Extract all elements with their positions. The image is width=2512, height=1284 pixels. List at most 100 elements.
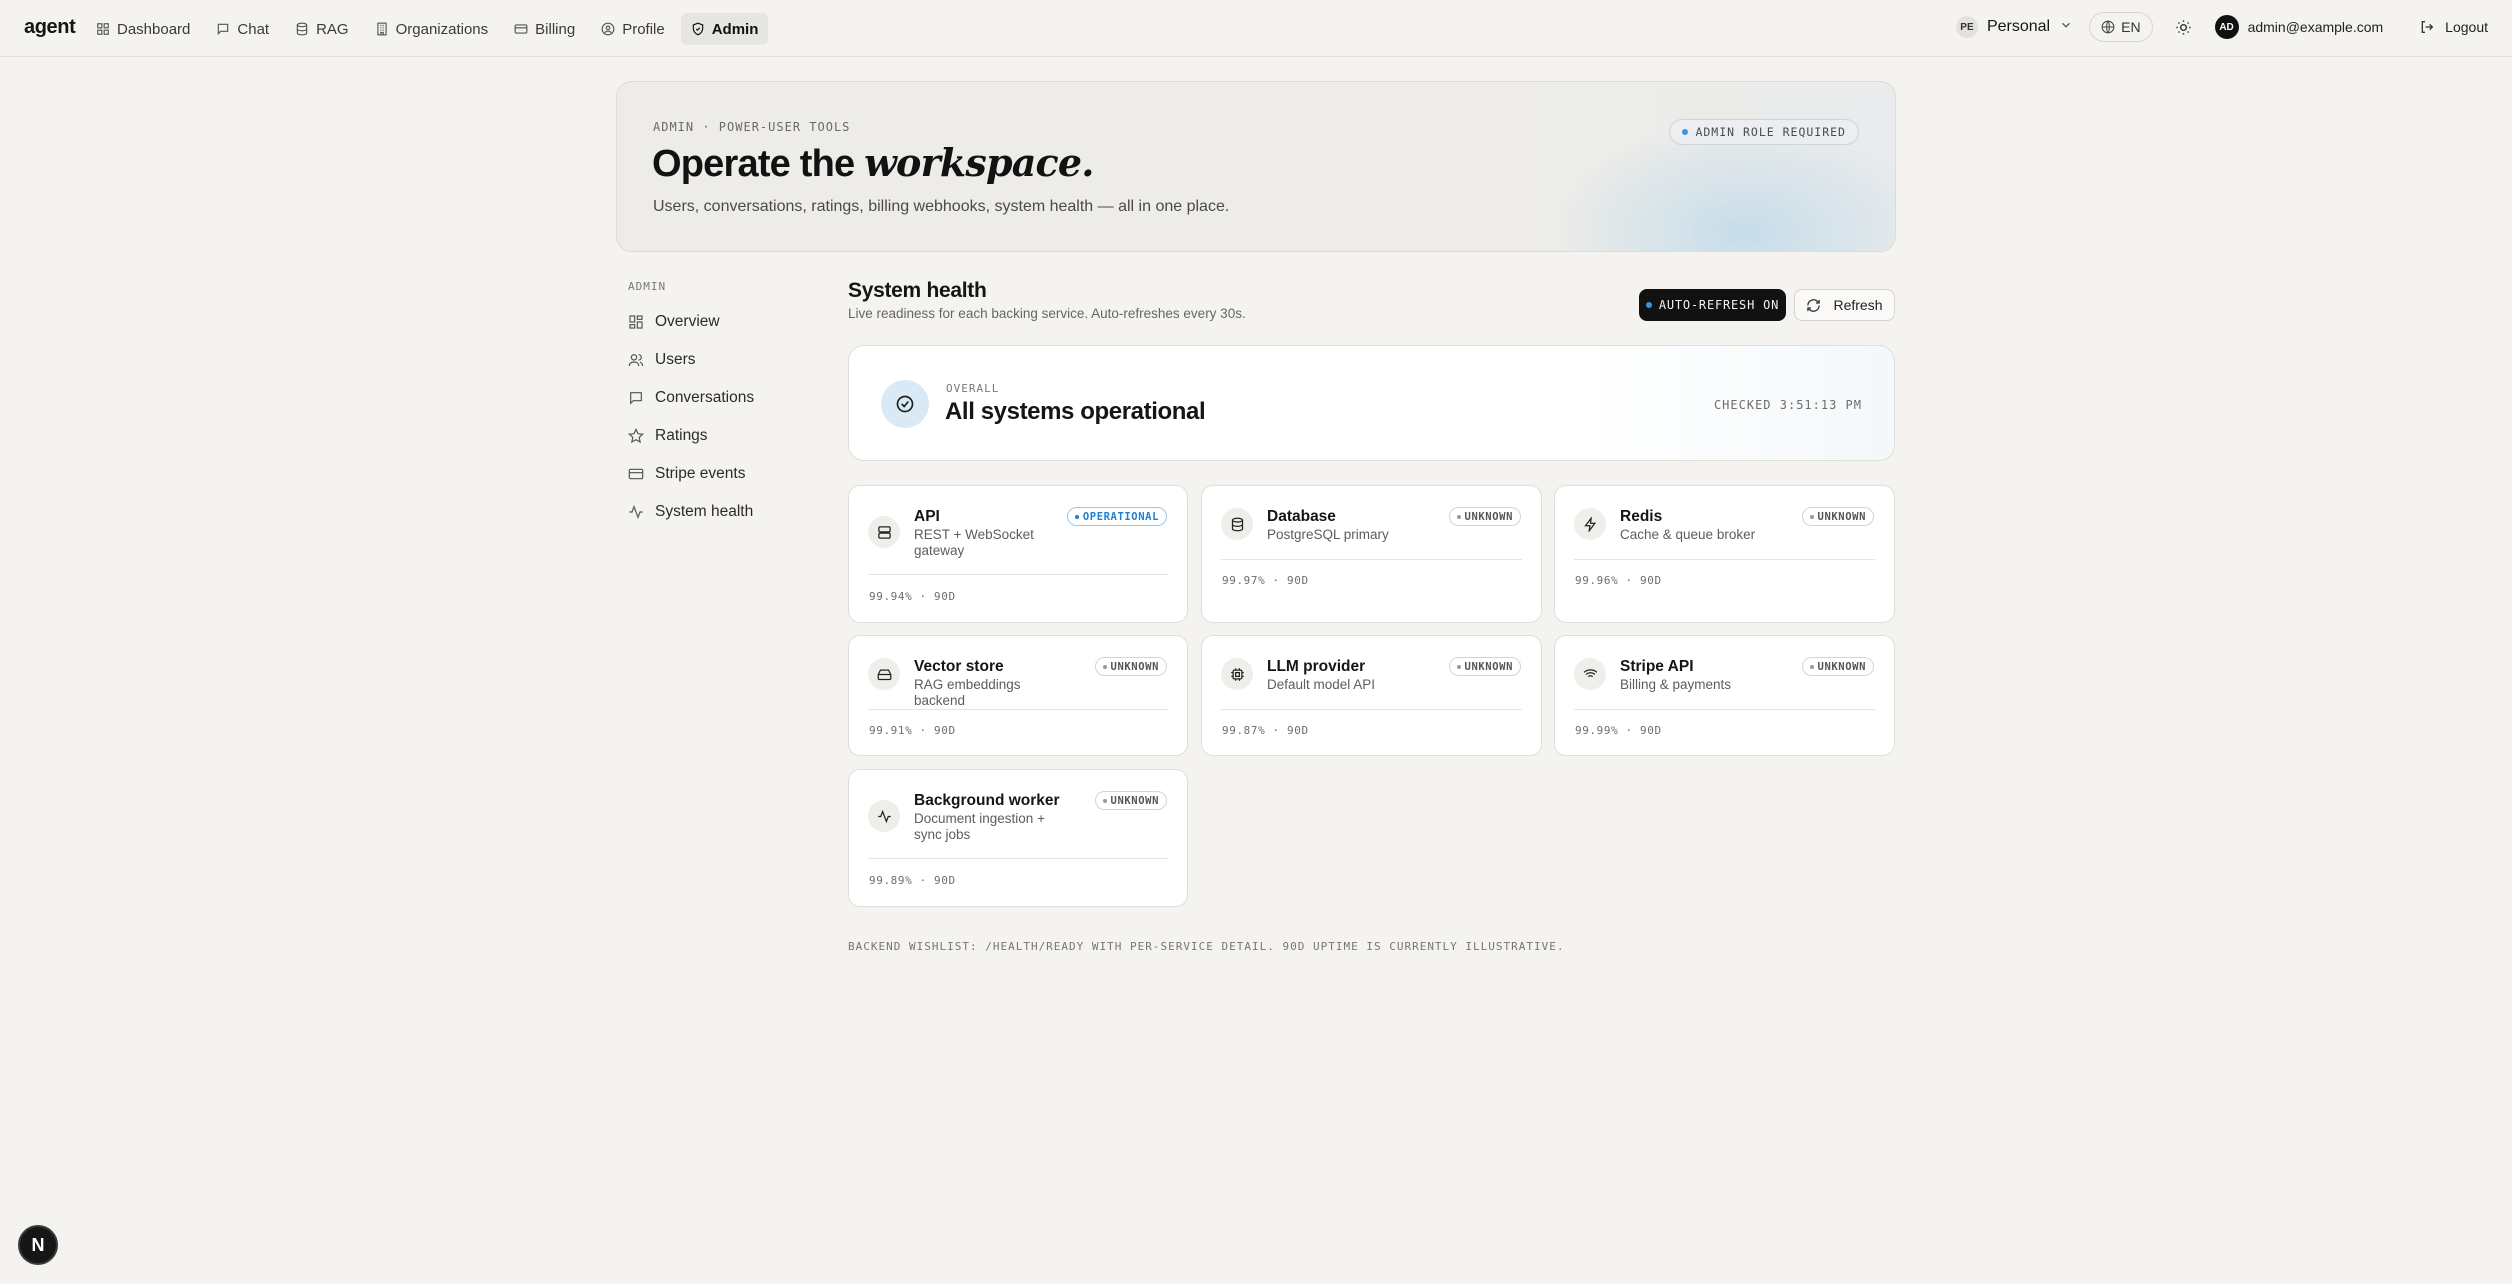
check-circle-icon	[881, 380, 929, 428]
service-card-vector-store[interactable]: Vector store RAG embeddings backend UNKN…	[848, 635, 1188, 756]
nav-organizations[interactable]: Organizations	[365, 13, 499, 45]
logout-button[interactable]: Logout	[2419, 19, 2488, 35]
grid-icon	[629, 315, 643, 329]
user-menu[interactable]: AD admin@example.com	[2214, 15, 2383, 39]
bolt-icon	[1574, 508, 1606, 540]
sidebar-item-overview[interactable]: Overview	[628, 303, 828, 341]
service-name: Vector store	[914, 658, 1004, 675]
status-badge: UNKNOWN	[1448, 657, 1521, 676]
status-badge-label: OPERATIONAL	[1082, 510, 1159, 523]
admin-hero-banner: ADMIN · POWER-USER TOOLS Operate the wor…	[616, 81, 1896, 252]
service-card-api[interactable]: API REST + WebSocket gateway OPERATIONAL…	[848, 485, 1188, 623]
chevron-down-icon	[2059, 18, 2073, 37]
language-switcher[interactable]: EN	[2089, 12, 2153, 42]
section-subtitle: Live readiness for each backing service.…	[848, 306, 1246, 321]
status-badge-label: UNKNOWN	[1110, 794, 1159, 807]
building-icon	[376, 22, 387, 36]
service-description: Default model API	[1267, 677, 1376, 692]
card-divider	[1221, 709, 1522, 710]
status-dot	[1682, 129, 1689, 135]
sidebar-item-stripe-events[interactable]: Stripe events	[628, 455, 828, 493]
service-description: RAG embeddings backend	[914, 677, 1021, 708]
service-card-redis[interactable]: Redis Cache & queue broker UNKNOWN 99.96…	[1554, 485, 1895, 623]
sidebar-item-label: Stripe events	[655, 465, 746, 482]
backend-wishlist-note: BACKEND WISHLIST: /HEALTH/READY WITH PER…	[848, 940, 1565, 953]
nav-chat[interactable]: Chat	[206, 13, 279, 45]
card-divider	[1221, 559, 1522, 560]
refresh-icon	[1807, 298, 1821, 312]
brand-logo[interactable]: agent	[24, 16, 76, 39]
wifi-icon	[1574, 658, 1606, 690]
nav-profile[interactable]: Profile	[591, 13, 675, 45]
nav-rag-label: RAG	[316, 20, 349, 38]
server-icon	[868, 516, 900, 548]
auto-refresh-toggle[interactable]: AUTO-REFRESH ON	[1639, 289, 1786, 321]
status-badge-label: UNKNOWN	[1817, 660, 1866, 673]
message-icon	[630, 392, 642, 405]
card-divider	[868, 574, 1168, 575]
top-navigation: agent Dashboard Chat RAG Organizations B…	[0, 0, 2512, 57]
sidebar-item-label: System health	[655, 503, 754, 520]
activity-icon	[629, 504, 643, 520]
dev-tools-button[interactable]: N	[18, 1225, 58, 1265]
status-badge: OPERATIONAL	[1066, 507, 1167, 526]
nav-chat-label: Chat	[237, 20, 270, 38]
sidebar-item-ratings[interactable]: Ratings	[628, 417, 828, 455]
refresh-label: Refresh	[1833, 297, 1883, 313]
service-uptime: 99.89% · 90D	[869, 874, 956, 887]
workspace-name: Personal	[1986, 18, 2051, 35]
status-dot	[1645, 302, 1652, 308]
sidebar-item-label: Overview	[655, 313, 720, 330]
service-card-database[interactable]: Database PostgreSQL primary UNKNOWN 99.9…	[1201, 485, 1542, 623]
service-name: Stripe API	[1620, 658, 1694, 675]
status-badge: UNKNOWN	[1448, 507, 1521, 526]
hard-drive-icon	[868, 658, 900, 690]
service-description: Billing & payments	[1620, 677, 1732, 692]
overall-status: All systems operational	[945, 398, 1206, 425]
refresh-button[interactable]: Refresh	[1794, 289, 1895, 321]
service-name: Redis	[1620, 508, 1663, 525]
service-uptime: 99.94% · 90D	[869, 590, 956, 603]
status-badge-label: UNKNOWN	[1110, 660, 1159, 673]
nav-dashboard-label: Dashboard	[117, 20, 191, 38]
workspace-switcher[interactable]: PE Personal	[1955, 16, 2073, 38]
nav-admin[interactable]: Admin	[680, 13, 769, 45]
nav-rag[interactable]: RAG	[285, 13, 359, 45]
card-divider	[868, 709, 1168, 710]
page-title: Operate the workspace.	[652, 140, 1094, 186]
service-name: Database	[1267, 508, 1336, 525]
nav-billing[interactable]: Billing	[504, 13, 585, 45]
sidebar-item-users[interactable]: Users	[628, 341, 828, 379]
service-card-background-worker[interactable]: Background worker Document ingestion + s…	[848, 769, 1188, 907]
nav-profile-label: Profile	[622, 20, 665, 38]
status-badge: UNKNOWN	[1094, 657, 1167, 676]
service-uptime: 99.87% · 90D	[1222, 724, 1309, 737]
database-icon	[1221, 508, 1253, 540]
section-title: System health	[848, 279, 987, 302]
card-divider	[1574, 559, 1875, 560]
status-dot	[1809, 514, 1814, 519]
credit-card-icon	[514, 24, 528, 34]
sidebar-item-system-health[interactable]: System health	[628, 493, 828, 531]
nav-dashboard[interactable]: Dashboard	[86, 13, 200, 45]
main-nav: Dashboard Chat RAG Organizations Billing…	[86, 13, 769, 45]
theme-toggle-button[interactable]	[2169, 12, 2199, 42]
service-uptime: 99.96% · 90D	[1575, 574, 1662, 587]
service-description: Document ingestion + sync jobs	[914, 811, 1045, 842]
card-divider	[868, 858, 1168, 859]
users-icon	[628, 354, 644, 367]
service-card-stripe-api[interactable]: Stripe API Billing & payments UNKNOWN 99…	[1554, 635, 1895, 756]
status-badge: UNKNOWN	[1801, 507, 1874, 526]
language-label: EN	[2121, 19, 2141, 35]
sidebar-item-label: Users	[655, 351, 696, 368]
status-dot	[1102, 664, 1107, 669]
service-uptime: 99.99% · 90D	[1575, 724, 1662, 737]
sidebar-item-conversations[interactable]: Conversations	[628, 379, 828, 417]
status-dot	[1102, 798, 1107, 803]
service-card-llm-provider[interactable]: LLM provider Default model API UNKNOWN 9…	[1201, 635, 1542, 756]
auto-refresh-label: AUTO-REFRESH ON	[1658, 298, 1780, 312]
last-checked-time: CHECKED 3:51:13 PM	[1713, 398, 1862, 412]
user-circle-icon	[601, 22, 615, 36]
star-icon	[628, 428, 644, 444]
header-actions: PE Personal EN AD admin@example.com Logo…	[1955, 12, 2488, 42]
